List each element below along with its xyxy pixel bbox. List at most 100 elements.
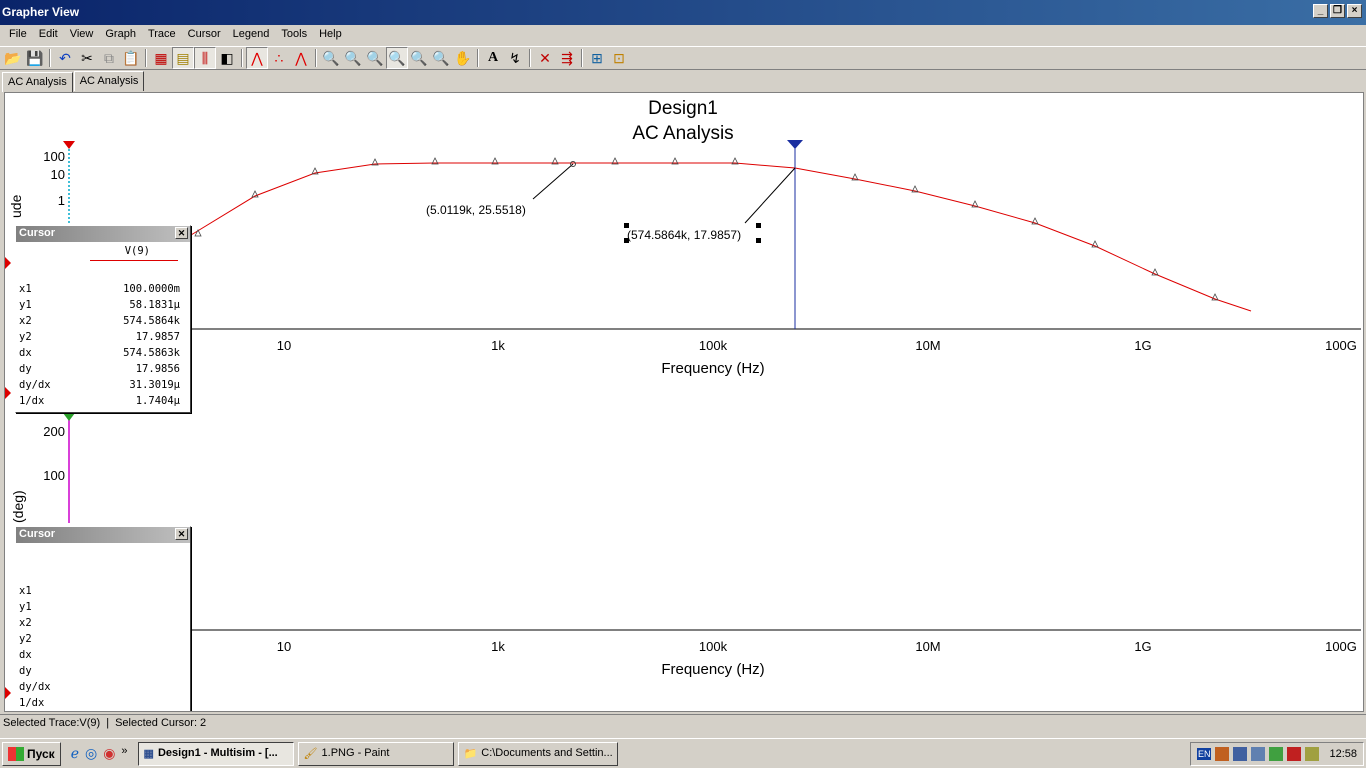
clock: 12:58 bbox=[1329, 748, 1357, 760]
menu-tools[interactable]: Tools bbox=[275, 25, 313, 45]
excel-icon[interactable] bbox=[1287, 747, 1302, 761]
task-paint[interactable]: 🖌 1.PNG - Paint bbox=[297, 741, 454, 766]
paint-icon: 🖌 bbox=[303, 747, 318, 760]
zoom-in-icon[interactable]: 🔍 bbox=[320, 47, 342, 69]
volume-icon[interactable] bbox=[1215, 747, 1230, 761]
mag-axis-marker-icon bbox=[63, 141, 75, 149]
cursor-panel-title[interactable]: Cursor ✕ bbox=[16, 527, 190, 543]
cursor-row-y2: y2 bbox=[19, 633, 32, 645]
cursor-trace-name: V(9) bbox=[124, 245, 150, 257]
cursor-row-dydx: dy/dx bbox=[19, 681, 51, 693]
menu-cursor[interactable]: Cursor bbox=[182, 25, 227, 45]
phase-x-label: Frequency (Hz) bbox=[661, 661, 764, 678]
chrome-icon[interactable]: ◉ bbox=[103, 745, 115, 762]
zoom-x-icon[interactable]: 🔍 bbox=[386, 47, 408, 69]
line-trace-icon[interactable]: ⋀ bbox=[246, 47, 268, 69]
graph-area[interactable]: Design1 AC Analysis 100 10 1 ude 10 1k 1… bbox=[4, 92, 1364, 712]
mag-x-tick-1k: 1k bbox=[491, 338, 505, 353]
menu-file[interactable]: File bbox=[3, 25, 33, 45]
minimize-button[interactable]: _ bbox=[1313, 4, 1328, 18]
phase-x-tick-10: 10 bbox=[277, 639, 291, 654]
menu-edit[interactable]: Edit bbox=[33, 25, 64, 45]
overlay-icon[interactable]: ◧ bbox=[216, 47, 238, 69]
menu-help[interactable]: Help bbox=[313, 25, 348, 45]
tab-ac-analysis-2[interactable]: AC Analysis bbox=[73, 71, 145, 91]
restore-button[interactable]: ❐ bbox=[1330, 4, 1345, 18]
excel-export-icon[interactable]: ⊞ bbox=[586, 47, 608, 69]
mag-left-marker-icon bbox=[5, 257, 11, 269]
paste-icon[interactable]: 📋 bbox=[120, 47, 142, 69]
tab-ac-analysis-1[interactable]: AC Analysis bbox=[2, 72, 73, 92]
close-button[interactable]: × bbox=[1347, 4, 1362, 18]
status-selected-cursor: Selected Cursor: 2 bbox=[115, 717, 207, 729]
taskbar: Пуск ℯ ◎ ◉ » ▦ Design1 - Multisim - [...… bbox=[0, 738, 1366, 768]
more-icon[interactable]: » bbox=[121, 745, 127, 762]
menu-view[interactable]: View bbox=[64, 25, 100, 45]
phase-x-tick-1G: 1G bbox=[1134, 639, 1151, 654]
cursor-panel-phase[interactable]: Cursor ✕ x1 y1 x2 y2 dx dy dy/dx 1/dx bbox=[15, 526, 191, 711]
copy-icon[interactable]: ⧉ bbox=[98, 47, 120, 69]
mag-x-tick-100G: 100G bbox=[1325, 338, 1357, 353]
pan-hand-icon[interactable]: ✋ bbox=[452, 47, 474, 69]
cursors-icon[interactable]: ⫼ bbox=[194, 47, 216, 69]
phase-x-tick-1k: 1k bbox=[491, 639, 505, 654]
grid-icon[interactable]: ▦ bbox=[150, 47, 172, 69]
points-trace-icon[interactable]: ∴ bbox=[268, 47, 290, 69]
status-bar: Selected Trace:V(9) | Selected Cursor: 2 bbox=[0, 714, 1366, 732]
toolbar-separator bbox=[49, 49, 51, 67]
network-2-icon[interactable] bbox=[1251, 747, 1266, 761]
cut-icon[interactable]: ✂ bbox=[76, 47, 98, 69]
folder-icon: 📁 bbox=[463, 747, 478, 760]
zoom-area-icon[interactable]: 🔍 bbox=[364, 47, 386, 69]
undo-icon[interactable]: ↶ bbox=[54, 47, 76, 69]
cursor-panel-title[interactable]: Cursor ✕ bbox=[16, 226, 190, 242]
mag-y-tick-1: 1 bbox=[58, 193, 65, 208]
menu-legend[interactable]: Legend bbox=[227, 25, 276, 45]
zoom-full-icon[interactable]: 🔍 bbox=[430, 47, 452, 69]
save-icon[interactable]: 💾 bbox=[24, 47, 46, 69]
cursor-panel-magnitude[interactable]: Cursor ✕ V(9) x1 100.0000m y1 58.1831µ x2 5… bbox=[15, 225, 191, 413]
mag-x-tick-1G: 1G bbox=[1134, 338, 1151, 353]
close-icon[interactable]: ✕ bbox=[175, 528, 188, 540]
cursor-panel-title-text: Cursor bbox=[19, 227, 56, 239]
line-points-trace-icon[interactable]: ⋀ bbox=[290, 47, 312, 69]
menu-trace[interactable]: Trace bbox=[142, 25, 182, 45]
cursor-values-table: x1 y1 x2 y2 dx dy dy/dx 1/dx bbox=[16, 583, 190, 711]
security-icon[interactable] bbox=[1269, 747, 1284, 761]
window-title: Grapher View bbox=[2, 5, 80, 19]
annotation-2[interactable]: (574.5864k, 17.9857) bbox=[627, 228, 741, 242]
multisim-icon: ▦ bbox=[143, 747, 154, 760]
toolbar-separator bbox=[241, 49, 243, 67]
legend-icon[interactable]: ▤ bbox=[172, 47, 194, 69]
language-indicator[interactable]: EN bbox=[1196, 748, 1212, 760]
export-icon[interactable]: ⇶ bbox=[556, 47, 578, 69]
network-icon[interactable] bbox=[1233, 747, 1248, 761]
windows-logo-icon bbox=[8, 746, 24, 761]
open-icon[interactable]: 📂 bbox=[2, 47, 24, 69]
phase-axis-marker-icon bbox=[63, 413, 75, 421]
task-multisim[interactable]: ▦ Design1 - Multisim - [... bbox=[137, 741, 294, 766]
phase-y-label: (deg) bbox=[10, 490, 26, 523]
trace-props-icon[interactable]: ✕ bbox=[534, 47, 556, 69]
task-explorer[interactable]: 📁 C:\Documents and Settin... bbox=[457, 741, 618, 766]
phase-x-tick-10M: 10M bbox=[915, 639, 940, 654]
mag-left-marker-2-icon bbox=[5, 387, 11, 399]
start-button[interactable]: Пуск bbox=[2, 741, 61, 766]
zoom-y-icon[interactable]: 🔍 bbox=[408, 47, 430, 69]
close-icon[interactable]: ✕ bbox=[175, 227, 188, 239]
label-icon[interactable]: ↯ bbox=[504, 47, 526, 69]
update-icon[interactable] bbox=[1305, 747, 1320, 761]
cursor-2-handle-icon[interactable] bbox=[787, 140, 803, 149]
toolbar-separator bbox=[529, 49, 531, 67]
ie-icon[interactable]: ℯ bbox=[71, 745, 79, 762]
text-icon[interactable]: A bbox=[482, 47, 504, 69]
cursor-row-dx: dx 574.5863k bbox=[19, 347, 180, 359]
properties-icon[interactable]: ⊡ bbox=[608, 47, 630, 69]
cursor-row-inv-dx: 1/dx bbox=[19, 697, 45, 709]
cursor-row-y2: y2 17.9857 bbox=[19, 331, 180, 343]
zoom-out-icon[interactable]: 🔍 bbox=[342, 47, 364, 69]
mag-x-tick-100k: 100k bbox=[699, 338, 728, 353]
menu-graph[interactable]: Graph bbox=[99, 25, 142, 45]
annotation-1[interactable]: (5.0119k, 25.5518) bbox=[426, 203, 526, 217]
app-icon[interactable]: ◎ bbox=[85, 745, 97, 762]
